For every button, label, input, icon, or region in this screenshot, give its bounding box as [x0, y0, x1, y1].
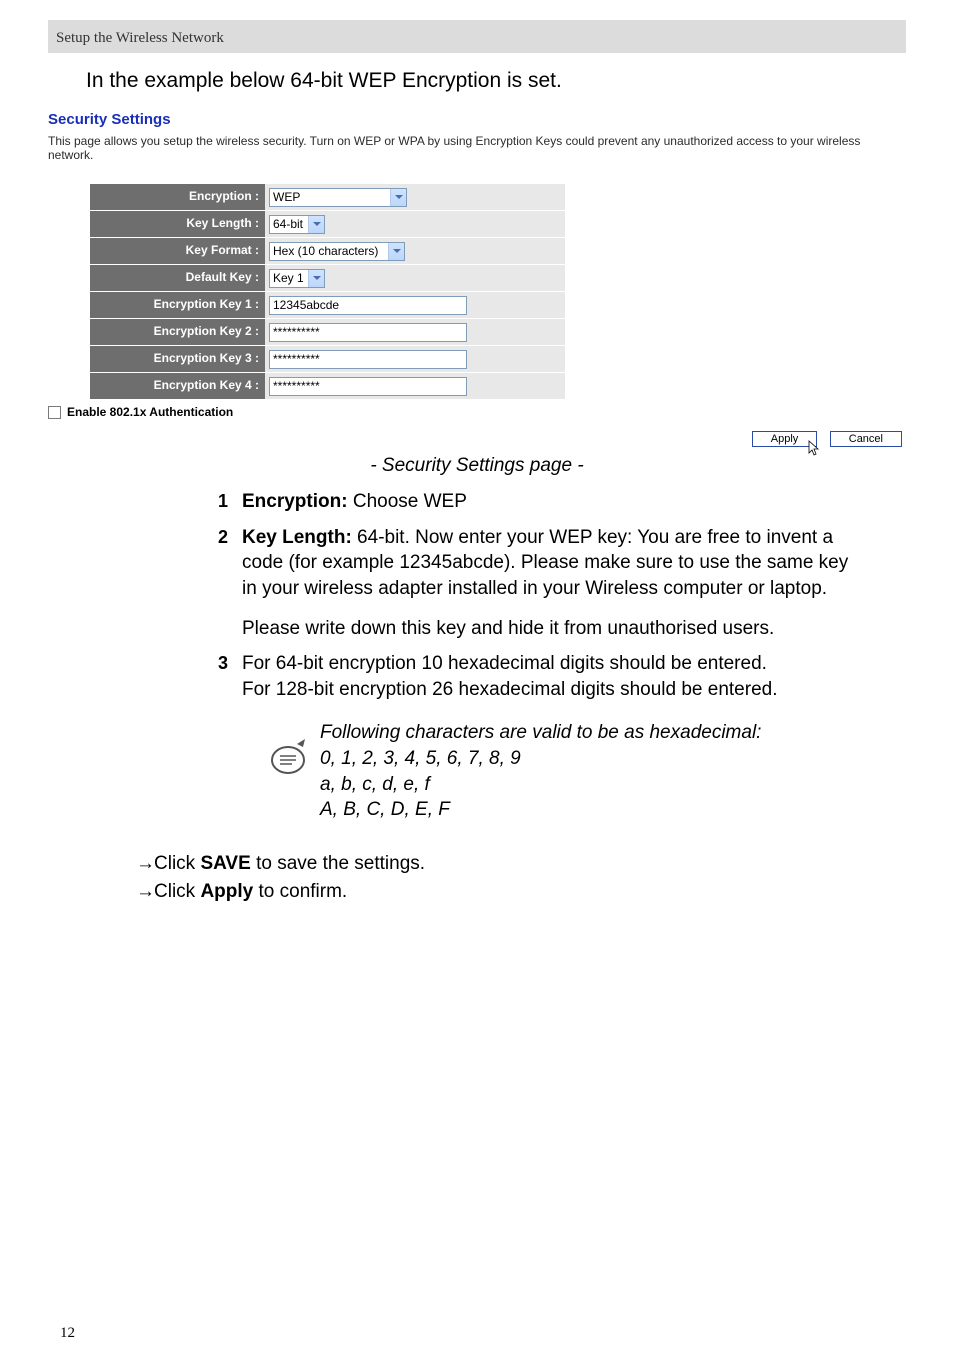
auth-checkbox-label: Enable 802.1x Authentication — [67, 405, 233, 419]
item1-rest: Choose WEP — [348, 491, 467, 512]
panel-title: Security Settings — [48, 111, 906, 128]
default-key-label: Default Key : — [90, 265, 265, 291]
settings-form: Encryption : WEP Key Length : 64-bit — [90, 184, 906, 399]
note-line1: Following characters are valid to be as … — [320, 720, 761, 746]
key-length-value: 64-bit — [273, 217, 303, 231]
list-item: 1 Encryption: Choose WEP — [218, 489, 850, 515]
note-line3: a, b, c, d, e, f — [320, 772, 761, 798]
key3-input[interactable]: ********** — [269, 350, 467, 369]
default-key-value: Key 1 — [273, 271, 304, 285]
item2-bold: Key Length: — [242, 527, 352, 548]
chevron-down-icon — [308, 270, 324, 287]
key3-row: Encryption Key 3 : ********** — [90, 346, 906, 372]
auth-checkbox-row: Enable 802.1x Authentication — [48, 405, 906, 419]
key3-label: Encryption Key 3 : — [90, 346, 265, 372]
key-format-label: Key Format : — [90, 238, 265, 264]
list-item: 3 For 64-bit encryption 10 hexadecimal d… — [218, 651, 850, 823]
note-line2: 0, 1, 2, 3, 4, 5, 6, 7, 8, 9 — [320, 746, 761, 772]
item3-line1: For 64-bit encryption 10 hexadecimal dig… — [242, 653, 767, 674]
encryption-value: WEP — [273, 190, 300, 204]
button-row: Apply Cancel — [48, 429, 906, 447]
key4-label: Encryption Key 4 : — [90, 373, 265, 399]
key4-value: ********** — [273, 379, 320, 393]
action-save: → Click SAVE to save the settings. — [136, 853, 906, 875]
chevron-down-icon — [308, 216, 324, 233]
key1-value: 12345abcde — [273, 298, 339, 312]
key-format-value: Hex (10 characters) — [273, 244, 378, 258]
numbered-list: 1 Encryption: Choose WEP 2 Key Length: 6… — [218, 489, 850, 823]
encryption-row: Encryption : WEP — [90, 184, 906, 210]
intro-text: In the example below 64-bit WEP Encrypti… — [86, 69, 906, 93]
key2-label: Encryption Key 2 : — [90, 319, 265, 345]
action-apply-text: Click Apply to confirm. — [154, 881, 347, 903]
figure-caption: - Security Settings page - — [48, 455, 906, 477]
key-length-label: Key Length : — [90, 211, 265, 237]
key1-input[interactable]: 12345abcde — [269, 296, 467, 315]
apply-button[interactable]: Apply — [752, 431, 818, 447]
default-key-select[interactable]: Key 1 — [269, 269, 325, 288]
key-format-row: Key Format : Hex (10 characters) — [90, 238, 906, 264]
key-format-select[interactable]: Hex (10 characters) — [269, 242, 405, 261]
item2-extra: Please write down this key and hide it f… — [242, 616, 850, 642]
item-number: 3 — [218, 651, 242, 823]
encryption-select[interactable]: WEP — [269, 188, 407, 207]
key4-row: Encryption Key 4 : ********** — [90, 373, 906, 399]
apply-button-label: Apply — [771, 433, 799, 445]
key1-label: Encryption Key 1 : — [90, 292, 265, 318]
cancel-button-label: Cancel — [849, 433, 883, 445]
note-text: Following characters are valid to be as … — [320, 720, 761, 823]
breadcrumb-text: Setup the Wireless Network — [56, 30, 224, 46]
item-number: 1 — [218, 489, 242, 515]
action-steps: → Click SAVE to save the settings. → Cli… — [136, 853, 906, 903]
key2-input[interactable]: ********** — [269, 323, 467, 342]
encryption-label: Encryption : — [90, 184, 265, 210]
action-apply: → Click Apply to confirm. — [136, 881, 906, 903]
key-length-select[interactable]: 64-bit — [269, 215, 325, 234]
chevron-down-icon — [388, 243, 404, 260]
key1-row: Encryption Key 1 : 12345abcde — [90, 292, 906, 318]
item-text: Key Length: 64-bit. Now enter your WEP k… — [242, 525, 850, 642]
item-number: 2 — [218, 525, 242, 642]
list-item: 2 Key Length: 64-bit. Now enter your WEP… — [218, 525, 850, 642]
key-length-row: Key Length : 64-bit — [90, 211, 906, 237]
auth-checkbox[interactable] — [48, 406, 61, 419]
panel-description: This page allows you setup the wireless … — [48, 134, 906, 162]
action-save-text: Click SAVE to save the settings. — [154, 853, 425, 875]
item3-line2: For 128-bit encryption 26 hexadecimal di… — [242, 679, 778, 700]
page-number: 12 — [60, 1325, 75, 1342]
item1-bold: Encryption: — [242, 491, 348, 512]
arrow-icon: → — [136, 881, 154, 903]
key4-input[interactable]: ********** — [269, 377, 467, 396]
note-icon — [270, 736, 310, 776]
key2-row: Encryption Key 2 : ********** — [90, 319, 906, 345]
item-text: For 64-bit encryption 10 hexadecimal dig… — [242, 651, 850, 823]
chevron-down-icon — [390, 189, 406, 206]
arrow-icon: → — [136, 853, 154, 875]
breadcrumb: Setup the Wireless Network — [48, 20, 906, 53]
note-line4: A, B, C, D, E, F — [320, 797, 761, 823]
security-settings-panel: Security Settings This page allows you s… — [48, 111, 906, 447]
cancel-button[interactable]: Cancel — [830, 431, 902, 447]
cursor-icon — [808, 440, 822, 458]
key2-value: ********** — [273, 325, 320, 339]
item-text: Encryption: Choose WEP — [242, 489, 850, 515]
note-block: Following characters are valid to be as … — [270, 720, 850, 823]
default-key-row: Default Key : Key 1 — [90, 265, 906, 291]
key3-value: ********** — [273, 352, 320, 366]
